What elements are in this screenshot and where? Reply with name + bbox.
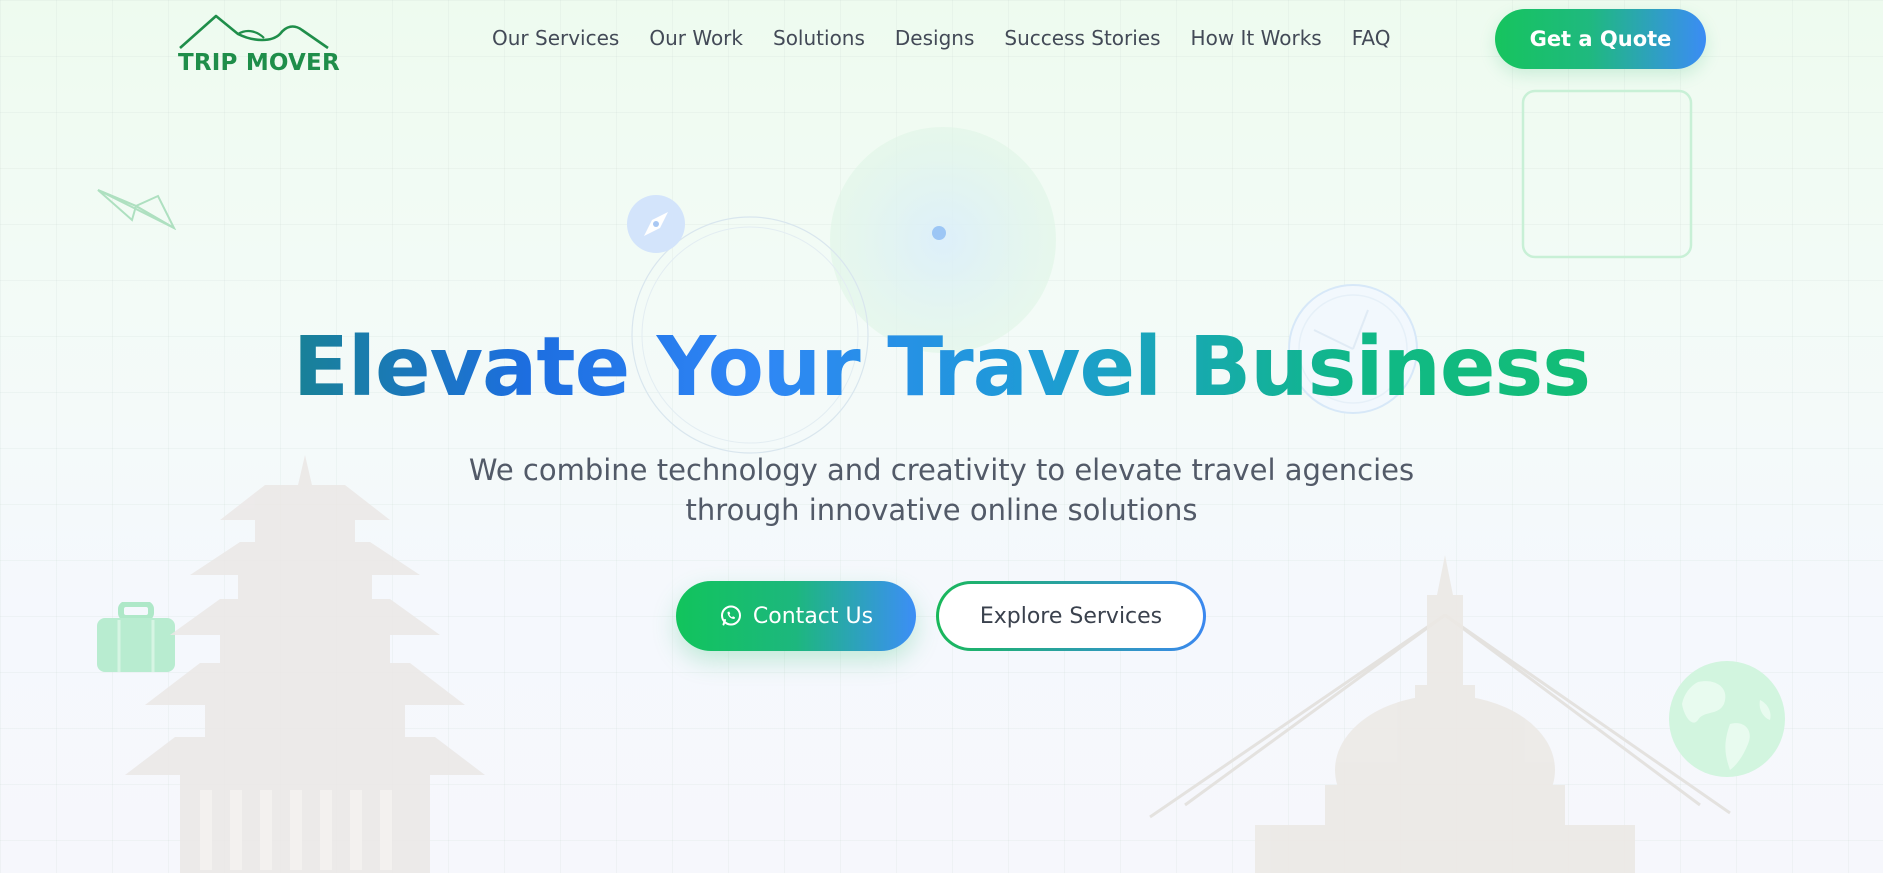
whatsapp-icon	[720, 605, 741, 626]
nav-item-success-stories[interactable]: Success Stories	[1004, 24, 1160, 52]
nav-item-our-services[interactable]: Our Services	[492, 24, 619, 52]
hero-title: Elevate Your Travel Business	[0, 318, 1883, 418]
nav-item-our-work[interactable]: Our Work	[649, 24, 743, 52]
contact-us-label: Contact Us	[752, 603, 874, 629]
nav-item-designs[interactable]: Designs	[895, 24, 974, 52]
stupa-illustration	[1149, 555, 1731, 873]
mountain-logo-icon	[179, 14, 329, 50]
decorative-square-outline	[1521, 89, 1693, 259]
nav-item-how-it-works[interactable]: How It Works	[1191, 24, 1322, 52]
contact-us-button[interactable]: Contact Us	[676, 581, 916, 651]
get-a-quote-button[interactable]: Get a Quote	[1495, 9, 1706, 69]
hero-subtitle-line-1: We combine technology and creativity to …	[468, 453, 1415, 487]
hero-subtitle: We combine technology and creativity to …	[0, 450, 1883, 530]
explore-services-button[interactable]: Explore Services	[936, 581, 1206, 651]
trip-mover-logo[interactable]: TRIP MOVER	[176, 12, 340, 75]
nav-item-solutions[interactable]: Solutions	[773, 24, 865, 52]
paper-plane-icon	[97, 189, 177, 230]
compass-icon	[627, 195, 685, 253]
nav-item-faq[interactable]: FAQ	[1352, 24, 1391, 52]
site-header: TRIP MOVER Our Services Our Work Solutio…	[0, 0, 1883, 78]
hero-subtitle-line-2: through innovative online solutions	[685, 493, 1198, 527]
main-navigation: Our Services Our Work Solutions Designs …	[492, 24, 1420, 52]
brand-name: TRIP MOVER	[178, 50, 340, 76]
